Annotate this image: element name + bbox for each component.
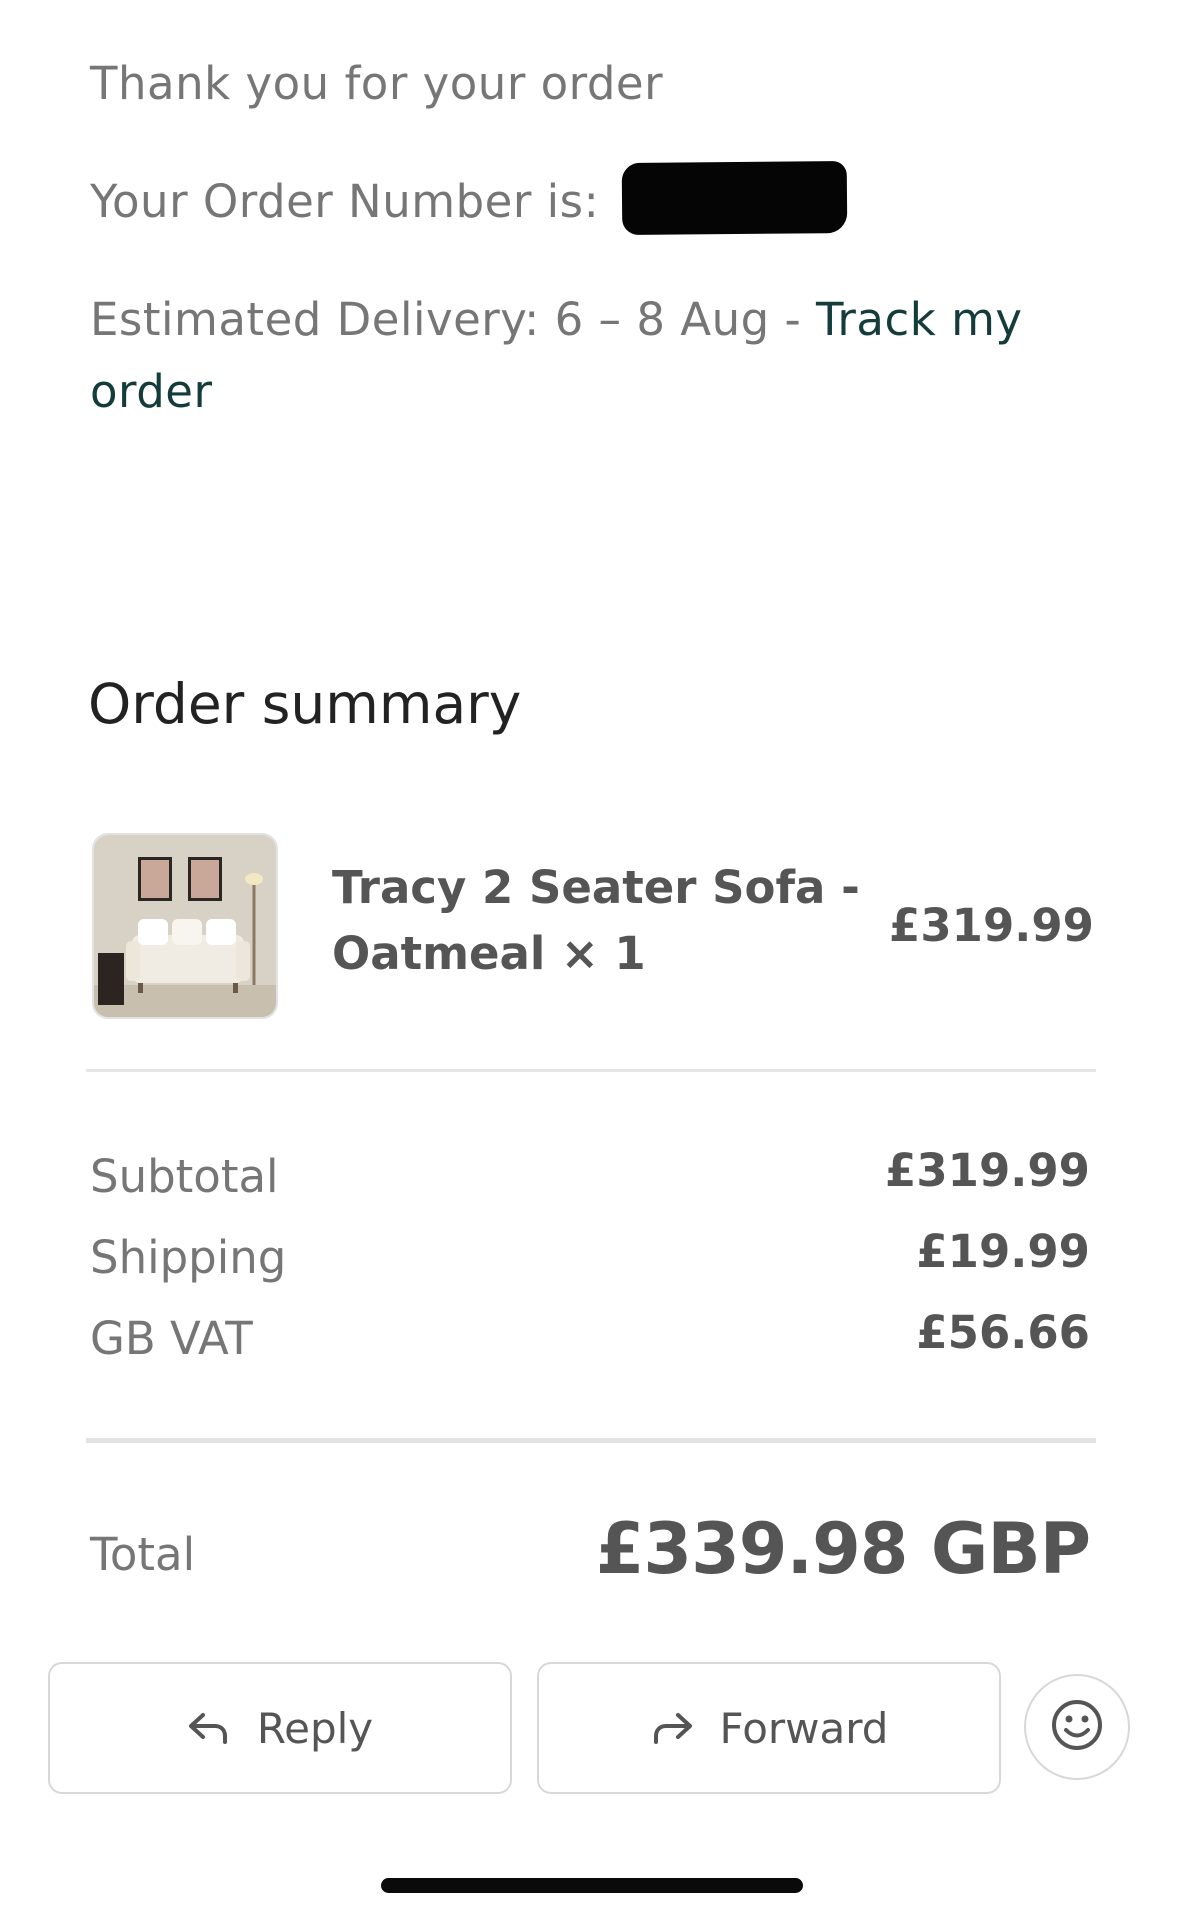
subtotal-value: £319.99 (885, 1144, 1090, 1197)
subtotal-row: Subtotal £319.99 (90, 1144, 1090, 1231)
reply-label: Reply (256, 1703, 374, 1753)
estimated-delivery-label: Estimated Delivery: 6 – 8 Aug - (90, 293, 802, 346)
shipping-label: Shipping (90, 1231, 287, 1284)
emoji-reaction-button[interactable] (1024, 1674, 1130, 1780)
order-summary-title: Order summary (88, 672, 522, 736)
order-number-line: Your Order Number is: (90, 161, 1050, 238)
estimated-delivery-line: Estimated Delivery: 6 – 8 Aug - Track my… (90, 284, 1050, 428)
order-confirmation-intro: Thank you for your order Your Order Numb… (90, 48, 1050, 428)
order-item-row: Tracy 2 Seater Sofa - Oatmeal × 1 £319.9… (92, 833, 1094, 1019)
item-divider (86, 1069, 1096, 1072)
email-view: Thank you for your order Your Order Numb… (0, 0, 1178, 1915)
vat-value: £56.66 (916, 1306, 1090, 1359)
shipping-row: Shipping £19.99 (90, 1225, 1090, 1312)
thank-you-text: Thank you for your order (90, 57, 664, 110)
vat-row: GB VAT £56.66 (90, 1306, 1090, 1393)
forward-button[interactable]: Forward (537, 1662, 1001, 1794)
price-breakdown: Subtotal £319.99 Shipping £19.99 GB VAT … (90, 1144, 1090, 1393)
reply-arrow-icon (187, 1711, 231, 1745)
product-name[interactable]: Tracy 2 Seater Sofa - Oatmeal × 1 (332, 855, 892, 987)
total-label: Total (90, 1528, 196, 1581)
forward-arrow-icon (650, 1711, 694, 1745)
smiley-face-icon (1050, 1698, 1104, 1757)
total-row: Total £339.98 GBP (90, 1508, 1091, 1598)
vat-label: GB VAT (90, 1312, 253, 1365)
redacted-order-number (621, 161, 848, 235)
total-value: £339.98 GBP (595, 1508, 1091, 1590)
reply-button[interactable]: Reply (48, 1662, 512, 1794)
product-price: £319.99 (889, 899, 1094, 952)
home-indicator[interactable] (381, 1878, 803, 1893)
shipping-value: £19.99 (916, 1225, 1090, 1278)
subtotal-label: Subtotal (90, 1150, 279, 1203)
totals-divider (86, 1438, 1096, 1443)
order-number-label: Your Order Number is: (90, 175, 600, 228)
email-actions: Reply Forward (48, 1662, 1138, 1794)
forward-label: Forward (719, 1703, 889, 1753)
product-thumbnail[interactable] (92, 833, 278, 1019)
